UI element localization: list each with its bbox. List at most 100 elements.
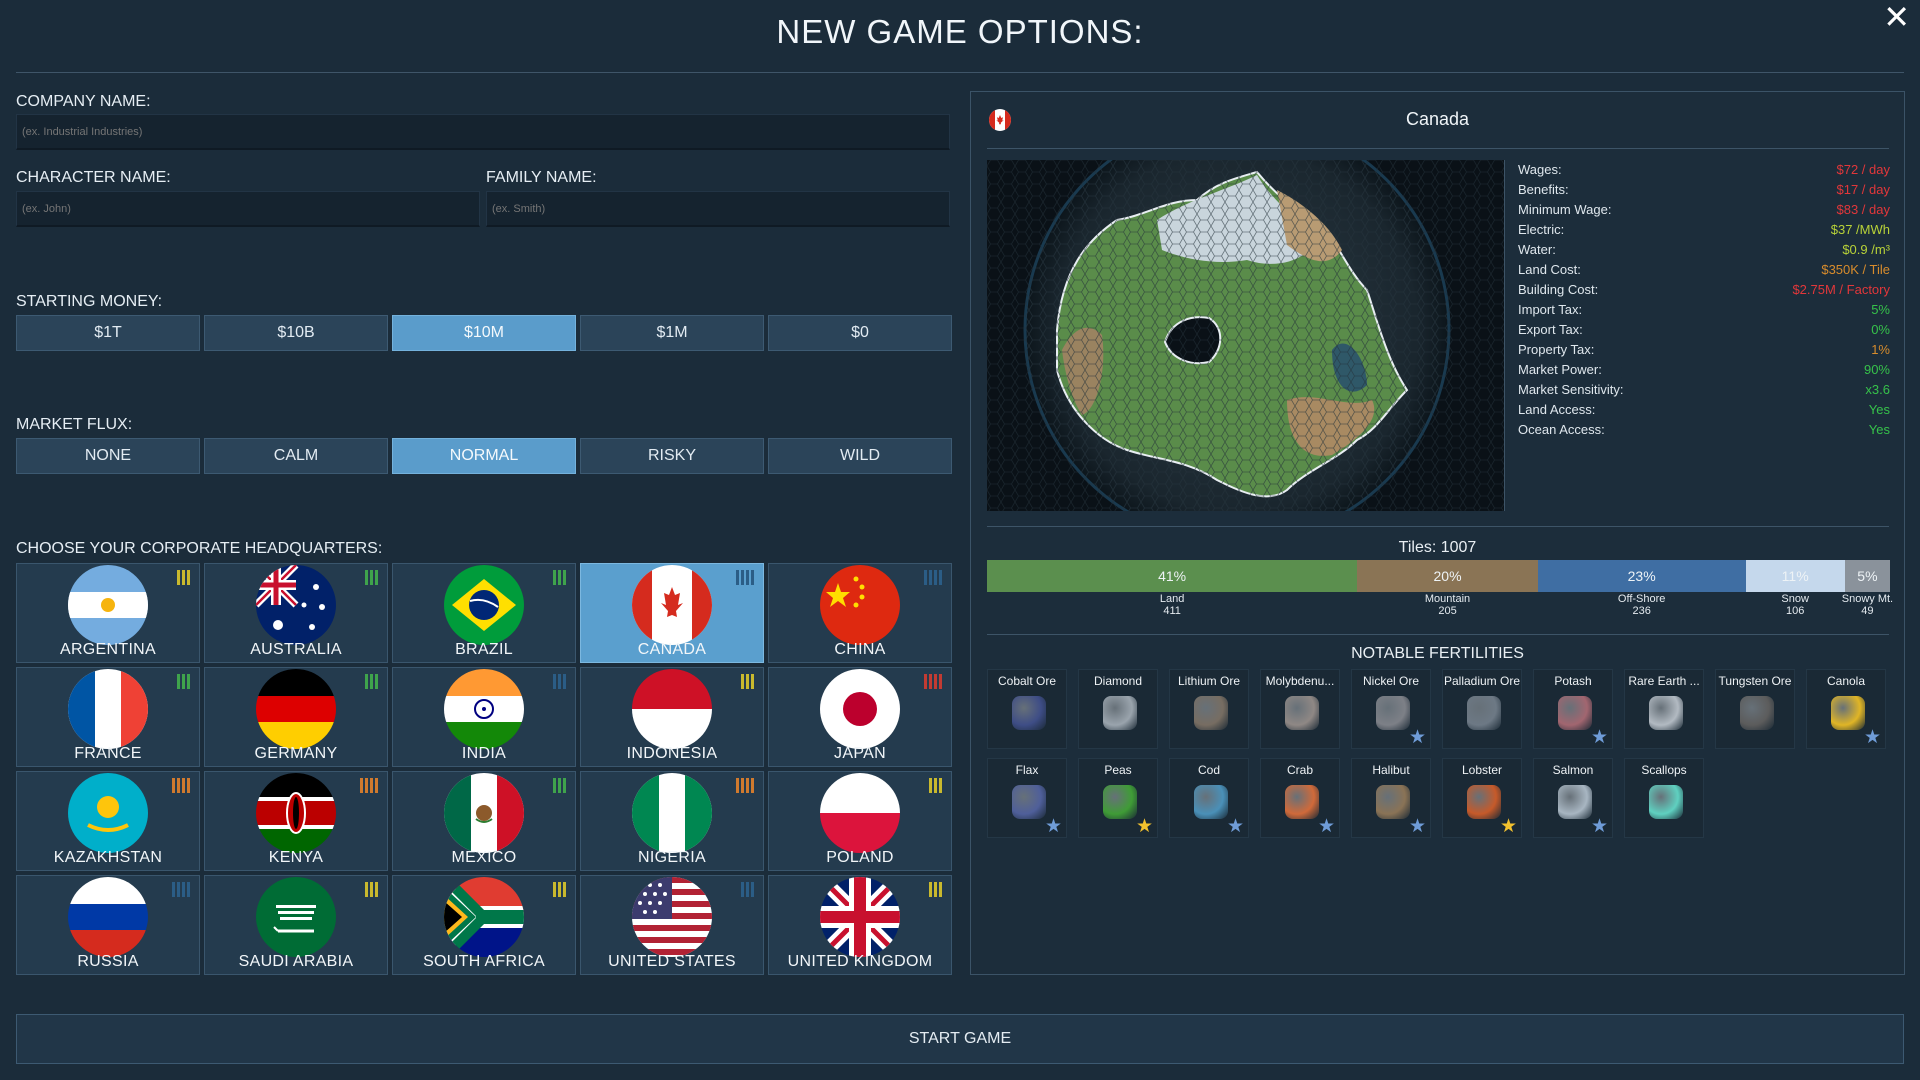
hq-country-russia[interactable]: RUSSIA <box>16 875 200 975</box>
money-option-1t[interactable]: $1T <box>16 315 200 351</box>
india-flag-icon <box>444 669 524 749</box>
flux-option-normal[interactable]: NORMAL <box>392 438 576 474</box>
start-game-button[interactable]: START GAME <box>16 1014 1904 1064</box>
hq-country-southafrica[interactable]: SOUTH AFRICA <box>392 875 576 975</box>
notable-fertilities-title: NOTABLE FERTILITIES <box>1351 645 1524 662</box>
stat-value: $17 / day <box>1836 182 1891 197</box>
difficulty-bar <box>187 882 190 897</box>
family-name-input[interactable] <box>486 191 950 227</box>
difficulty-bar <box>182 778 185 793</box>
flux-option-wild[interactable]: WILD <box>768 438 952 474</box>
tile-segment-label: Snow 106 <box>1781 593 1809 617</box>
difficulty-bar <box>563 778 566 793</box>
difficulty-bar <box>741 882 744 897</box>
flux-option-risky[interactable]: RISKY <box>580 438 764 474</box>
fertility-name: Flax <box>1015 763 1039 777</box>
difficulty-bar <box>746 882 749 897</box>
difficulty-bar <box>736 778 739 793</box>
hq-country-kazakhstan[interactable]: KAZAKHSTAN <box>16 771 200 871</box>
fertility-nickel-ore[interactable]: Nickel Ore ★ <box>1351 669 1431 749</box>
hq-country-saudi[interactable]: SAUDI ARABIA <box>204 875 388 975</box>
fertility-salmon[interactable]: Salmon ★ <box>1533 758 1613 838</box>
fertility-molybdenum[interactable]: Molybdenu... <box>1260 669 1340 749</box>
fertility-potash[interactable]: Potash ★ <box>1533 669 1613 749</box>
difficulty-bar <box>929 882 932 897</box>
money-option-1m[interactable]: $1M <box>580 315 764 351</box>
difficulty-bar <box>177 778 180 793</box>
hq-country-mexico[interactable]: MEXICO <box>392 771 576 871</box>
hq-country-nigeria[interactable]: NIGERIA <box>580 771 764 871</box>
flux-option-none[interactable]: NONE <box>16 438 200 474</box>
fertility-cod[interactable]: Cod ★ <box>1169 758 1249 838</box>
country-name: SOUTH AFRICA <box>423 953 545 970</box>
star-icon: ★ <box>1317 816 1335 837</box>
hq-country-india[interactable]: INDIA <box>392 667 576 767</box>
hq-country-brazil[interactable]: BRAZIL <box>392 563 576 663</box>
fertility-rare-earth[interactable]: Rare Earth ... <box>1624 669 1704 749</box>
hq-country-france[interactable]: FRANCE <box>16 667 200 767</box>
stat-row: Import Tax: 5% <box>1518 300 1890 320</box>
tile-type-name: Mountain <box>1424 593 1471 605</box>
difficulty-bar <box>751 674 754 689</box>
hq-country-kenya[interactable]: KENYA <box>204 771 388 871</box>
close-icon[interactable]: ✕ <box>1883 1 1910 33</box>
header-divider <box>16 72 1904 73</box>
stat-row: Water: $0.9 /m³ <box>1518 240 1890 260</box>
fertility-lobster[interactable]: Lobster ★ <box>1442 758 1522 838</box>
difficulty-indicator <box>736 778 754 793</box>
stat-value: $83 / day <box>1836 202 1891 217</box>
money-option-10b[interactable]: $10B <box>204 315 388 351</box>
mexico-flag-icon <box>444 773 524 853</box>
lobster-icon <box>1467 785 1501 819</box>
fertility-tungsten-ore[interactable]: Tungsten Ore <box>1715 669 1795 749</box>
money-option-0[interactable]: $0 <box>768 315 952 351</box>
fertility-peas[interactable]: Peas ★ <box>1078 758 1158 838</box>
hq-country-germany[interactable]: GERMANY <box>204 667 388 767</box>
stat-label: Property Tax: <box>1518 342 1595 357</box>
hq-country-indonesia[interactable]: INDONESIA <box>580 667 764 767</box>
uk-flag-icon <box>820 877 900 957</box>
fertility-crab[interactable]: Crab ★ <box>1260 758 1340 838</box>
hq-country-japan[interactable]: JAPAN <box>768 667 952 767</box>
china-flag-icon <box>820 565 900 645</box>
tile-type-name: Snow <box>1781 593 1809 605</box>
hq-country-argentina[interactable]: ARGENTINA <box>16 563 200 663</box>
tile-type-count: 236 <box>1632 605 1651 617</box>
fertility-scallops[interactable]: Scallops <box>1624 758 1704 838</box>
difficulty-bar <box>741 674 744 689</box>
hq-country-china[interactable]: CHINA <box>768 563 952 663</box>
character-name-input[interactable] <box>16 191 480 227</box>
tile-type-count: 205 <box>1438 605 1457 617</box>
hq-country-uk[interactable]: UNITED KINGDOM <box>768 875 952 975</box>
difficulty-bar <box>924 674 927 689</box>
australia-flag-icon <box>256 565 336 645</box>
southafrica-flag-icon <box>444 877 524 957</box>
hq-country-poland[interactable]: POLAND <box>768 771 952 871</box>
difficulty-indicator <box>177 674 190 689</box>
difficulty-indicator <box>553 570 566 585</box>
hq-country-australia[interactable]: AUSTRALIA <box>204 563 388 663</box>
difficulty-indicator <box>365 674 378 689</box>
country-info-panel: Canada Wages: $72 / day Benefits: $17 / … <box>970 91 1905 975</box>
fertility-canola[interactable]: Canola ★ <box>1806 669 1886 749</box>
difficulty-indicator <box>177 570 190 585</box>
fertility-halibut[interactable]: Halibut ★ <box>1351 758 1431 838</box>
tile-type-count: 411 <box>1163 605 1181 617</box>
fertility-flax[interactable]: Flax ★ <box>987 758 1067 838</box>
lithium-ore-icon <box>1194 696 1228 730</box>
money-option-10m[interactable]: $10M <box>392 315 576 351</box>
difficulty-bar <box>177 882 180 897</box>
difficulty-bar <box>365 882 368 897</box>
hq-country-canada[interactable]: CANADA <box>580 563 764 663</box>
difficulty-bar <box>370 778 373 793</box>
fertility-diamond[interactable]: Diamond <box>1078 669 1158 749</box>
stat-label: Wages: <box>1518 162 1562 177</box>
fertility-lithium-ore[interactable]: Lithium Ore <box>1169 669 1249 749</box>
flux-option-calm[interactable]: CALM <box>204 438 388 474</box>
fertility-palladium-ore[interactable]: Palladium Ore <box>1442 669 1522 749</box>
stat-value: Yes <box>1868 422 1890 437</box>
tile-type-name: Snowy Mt. <box>1841 593 1894 605</box>
hq-country-usa[interactable]: UNITED STATES <box>580 875 764 975</box>
fertility-cobalt-ore[interactable]: Cobalt Ore <box>987 669 1067 749</box>
company-name-input[interactable] <box>16 114 950 150</box>
